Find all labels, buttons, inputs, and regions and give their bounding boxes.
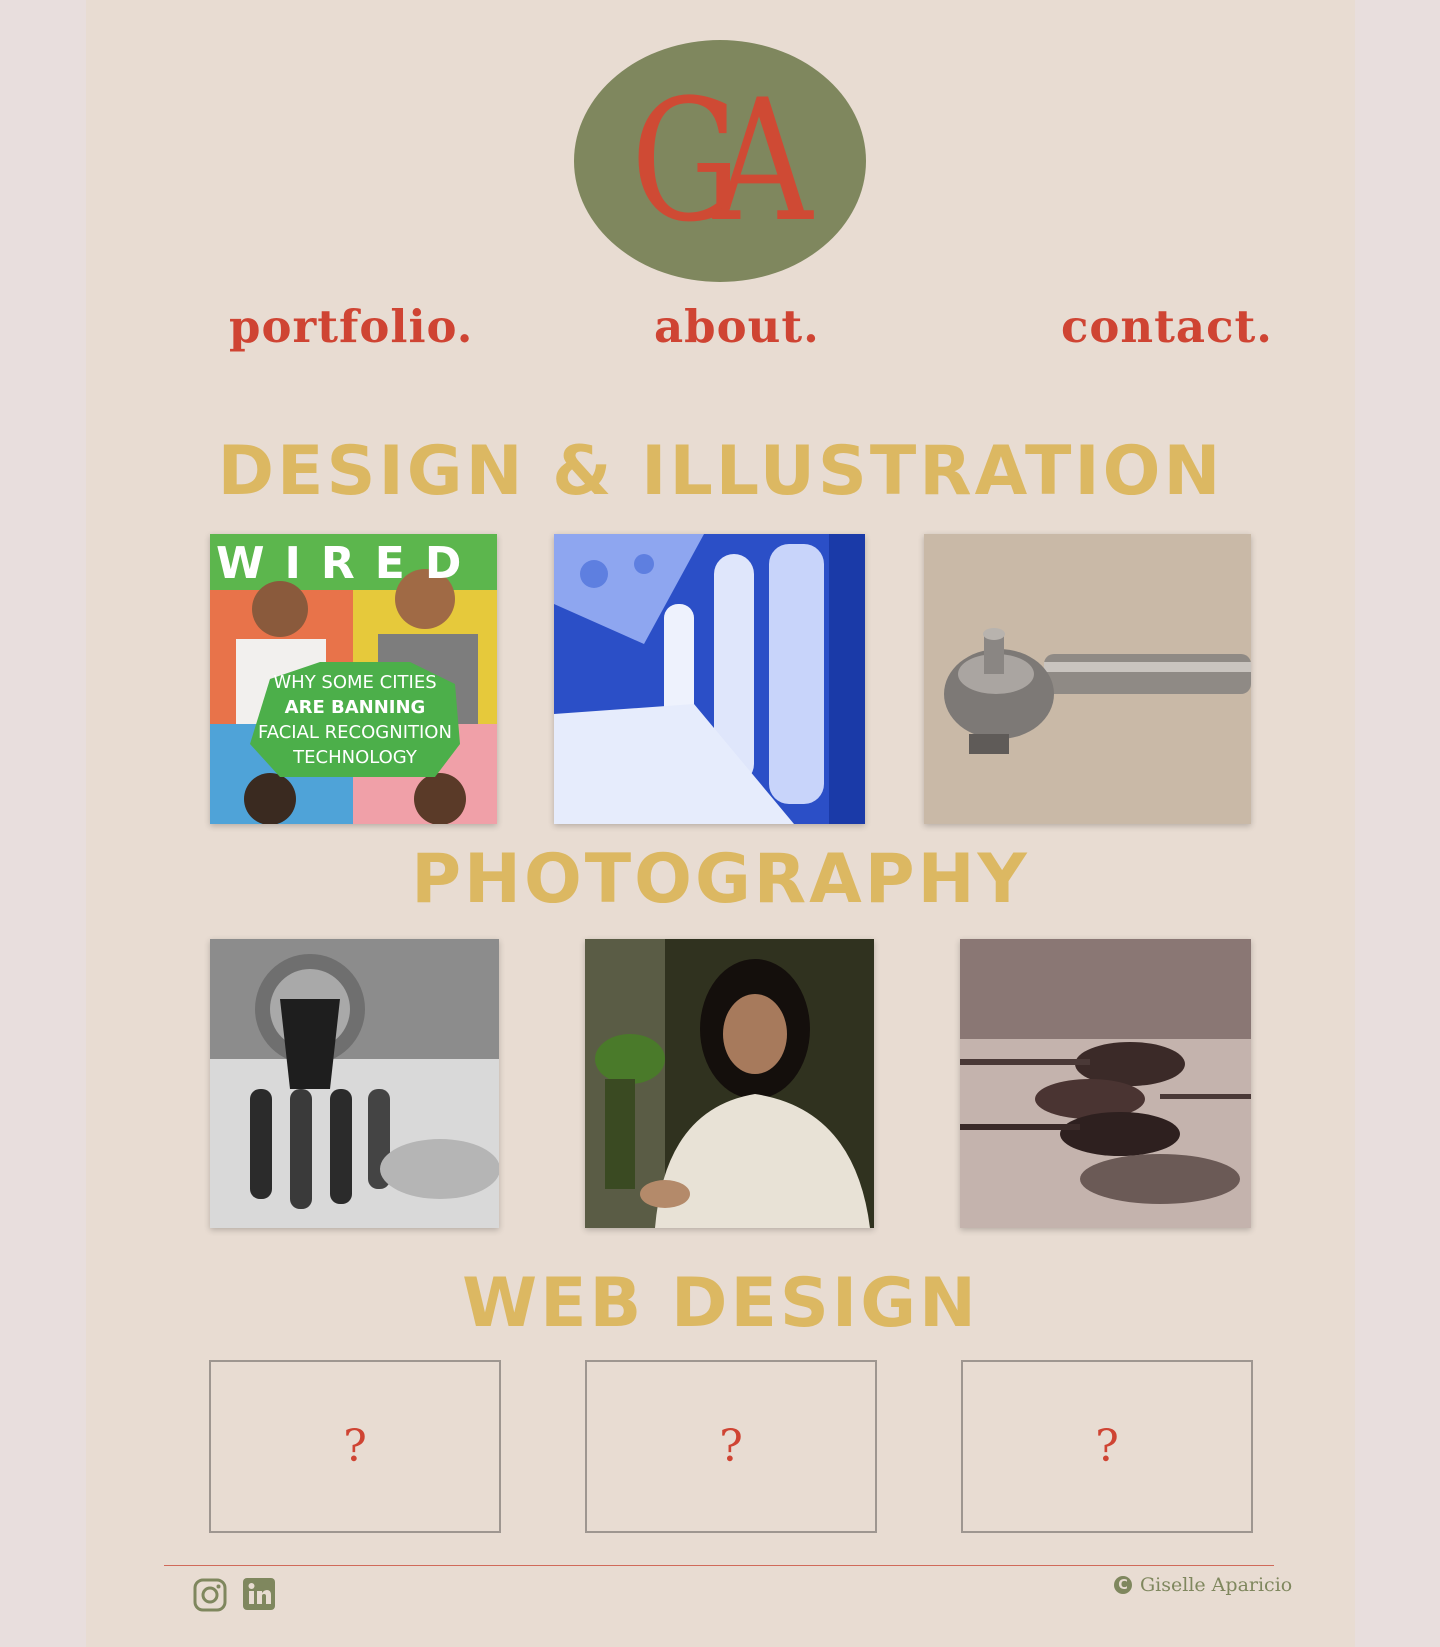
nav-about[interactable]: about. — [654, 300, 820, 353]
fork-photo-art — [210, 939, 499, 1228]
fork-photo-thumbnail[interactable] — [210, 939, 499, 1228]
pencil-drawing-thumbnail[interactable] — [924, 534, 1251, 824]
linkedin-link[interactable] — [243, 1578, 275, 1614]
section-title-design: DESIGN & ILLUSTRATION — [217, 432, 1224, 511]
portrait-photo-thumbnail[interactable] — [585, 939, 874, 1228]
pencil-drawing-art — [924, 534, 1251, 824]
wired-masthead: WIRED — [216, 538, 482, 589]
nav-portfolio[interactable]: portfolio. — [229, 300, 473, 353]
instagram-icon — [193, 1578, 227, 1612]
web-project-placeholder[interactable]: ? — [961, 1360, 1253, 1533]
copyright-icon: C — [1114, 1576, 1132, 1594]
section-title-web: WEB DESIGN — [462, 1264, 979, 1343]
page-content: GA portfolio. about. contact. DESIGN & I… — [86, 0, 1355, 1647]
section-title-photography: PHOTOGRAPHY — [411, 840, 1030, 919]
headline-line: FACIAL RECOGNITION — [258, 722, 452, 743]
copyright-notice: C Giselle Aparicio — [1114, 1574, 1292, 1596]
spoons-photo-thumbnail[interactable] — [960, 939, 1251, 1228]
instagram-link[interactable] — [193, 1578, 227, 1616]
wired-cover-thumbnail[interactable]: WIRED WHY SOME CITIES ARE BANNING FACIAL… — [210, 534, 497, 824]
nav-contact[interactable]: contact. — [1061, 300, 1273, 353]
logo-monogram: GA — [630, 63, 813, 259]
headline-line: WHY SOME CITIES — [273, 672, 437, 693]
ga-logo[interactable]: GA — [574, 40, 866, 282]
linkedin-icon — [243, 1578, 275, 1610]
blue-illustration-art — [554, 534, 865, 824]
wired-headline: WHY SOME CITIES ARE BANNING FACIAL RECOG… — [230, 670, 480, 770]
web-project-placeholder[interactable]: ? — [585, 1360, 877, 1533]
spoons-photo-art — [960, 939, 1251, 1228]
footer-divider — [164, 1565, 1274, 1566]
headline-line: TECHNOLOGY — [293, 747, 417, 768]
copyright-text: Giselle Aparicio — [1140, 1574, 1293, 1596]
blue-illustration-thumbnail[interactable] — [554, 534, 865, 824]
portrait-photo-art — [585, 939, 874, 1228]
web-project-placeholder[interactable]: ? — [209, 1360, 501, 1533]
headline-line: ARE BANNING — [284, 697, 426, 718]
